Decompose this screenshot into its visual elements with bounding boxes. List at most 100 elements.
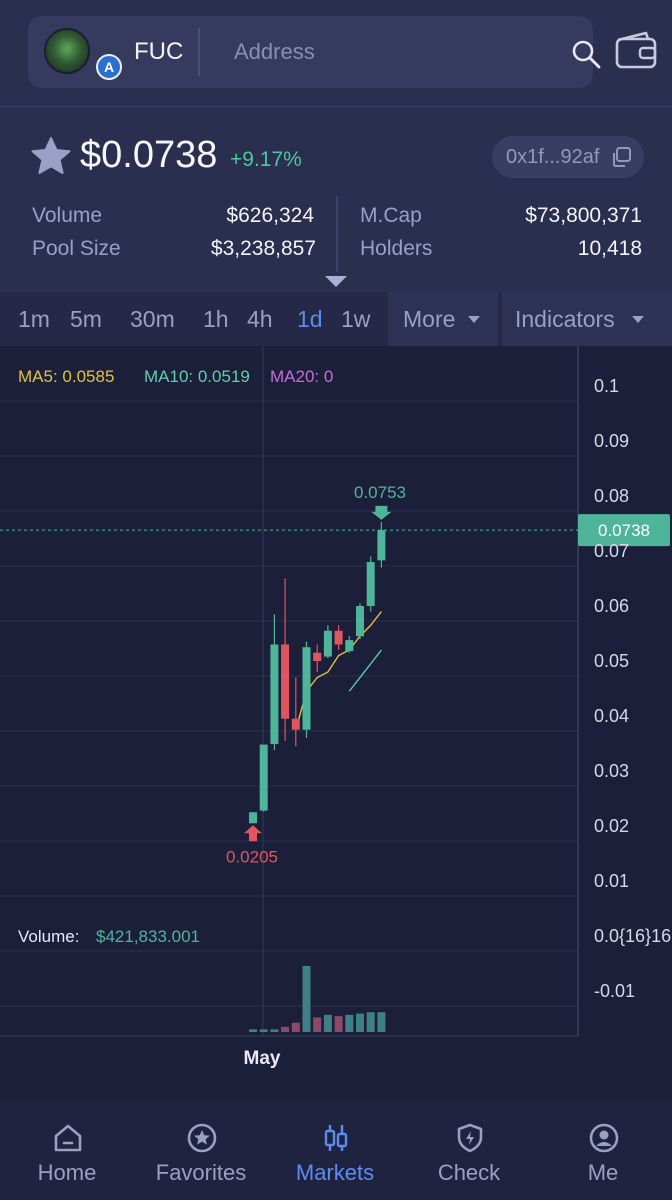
search-icon[interactable]: [570, 38, 602, 70]
ma20-legend: MA20: 0: [270, 367, 333, 386]
indicators-dropdown[interactable]: Indicators: [502, 292, 672, 346]
volume-bar: [334, 1016, 343, 1032]
home-icon: [54, 1124, 82, 1152]
nav-check-label: Check: [437, 1160, 501, 1185]
pool-size-value: $3,238,857: [210, 237, 316, 260]
current-price: $0.0738: [80, 134, 218, 176]
timeframe-1m[interactable]: 1m: [18, 306, 50, 333]
candle-body: [334, 630, 343, 645]
volume-value: $626,324: [226, 204, 314, 227]
volume-bar: [345, 1014, 354, 1032]
low-arrow-icon: [244, 825, 262, 842]
y-tick-label: 0.05: [594, 651, 629, 671]
chevron-down-icon: [632, 316, 644, 323]
candle-body: [270, 644, 279, 745]
header-divider: [0, 106, 672, 107]
candle-body: [366, 562, 375, 606]
star-icon[interactable]: [30, 136, 72, 176]
search-divider: [198, 28, 200, 76]
ma10-legend: MA10: 0.0519: [144, 367, 250, 386]
price-chart-svg[interactable]: MA5: 0.0585 MA10: 0.0519 MA20: 0 Volume:…: [0, 346, 672, 1096]
ma5-legend: MA5: 0.0585: [18, 367, 114, 386]
timeframe-5m[interactable]: 5m: [70, 306, 102, 333]
markets-icon: [324, 1125, 348, 1151]
pool-size-label: Pool Size: [32, 237, 121, 260]
candle-body: [291, 718, 300, 730]
y-tick-label: 0.03: [594, 761, 629, 781]
y-tick-label: 0.01: [594, 871, 629, 891]
volume-bar: [281, 1026, 290, 1032]
candle-body: [249, 812, 257, 824]
y-tick-label: 0.09: [594, 431, 629, 451]
volume-bar: [259, 1029, 268, 1032]
candle-body: [313, 652, 322, 661]
y-tick-label: 0.02: [594, 816, 629, 836]
volume-bar: [270, 1029, 279, 1032]
price-change: +9.17%: [230, 148, 302, 171]
holders-value: 10,418: [577, 237, 642, 260]
nav-me-label: Me: [587, 1160, 619, 1185]
favorites-icon: [187, 1123, 217, 1153]
volume-bar: [302, 966, 311, 1032]
holders-label: Holders: [360, 237, 433, 260]
copy-icon[interactable]: [610, 146, 632, 168]
nav-markets-label: Markets: [295, 1160, 375, 1185]
y-tick-label: 0.08: [594, 486, 629, 506]
candle-body: [356, 606, 364, 637]
volume-legend-label: Volume:: [18, 927, 79, 946]
high-arrow-icon: [371, 505, 392, 520]
ma10-line: [348, 649, 382, 692]
timeframe-1h[interactable]: 1h: [203, 306, 229, 333]
more-dropdown[interactable]: More: [388, 292, 498, 346]
low-price-label: 0.0205: [226, 847, 278, 866]
profile-icon: [589, 1123, 619, 1153]
nav-favorites-label: Favorites: [155, 1160, 247, 1185]
nav-favorites[interactable]: Favorites: [134, 1100, 268, 1200]
volume-bar: [377, 1012, 386, 1032]
contract-address: 0x1f...92af: [506, 146, 600, 168]
high-price-label: 0.0753: [354, 483, 406, 502]
candle-body: [377, 530, 386, 561]
current-price-tag-text: 0.0738: [598, 521, 650, 540]
timeframe-1d[interactable]: 1d: [297, 306, 323, 333]
y-tick-label: 0.06: [594, 596, 629, 616]
nav-markets[interactable]: Markets: [268, 1100, 402, 1200]
search-bar[interactable]: A FUC: [28, 16, 601, 88]
timeframe-1w[interactable]: 1w: [341, 306, 370, 333]
x-axis-label-may: May: [244, 1048, 281, 1069]
check-icon: [457, 1123, 483, 1153]
candle-body: [259, 744, 268, 811]
nav-me[interactable]: Me: [536, 1100, 670, 1200]
y-tick-label: 0.04: [594, 706, 629, 726]
price-chart[interactable]: MA5: 0.0585 MA10: 0.0519 MA20: 0 Volume:…: [0, 346, 672, 1096]
y-tick-label: 0.0{16}16: [594, 926, 671, 946]
y-tick-label: 0.1: [594, 376, 619, 396]
y-tick-label: -0.01: [594, 981, 635, 1001]
token-symbol[interactable]: FUC: [134, 38, 183, 66]
candle-body: [302, 647, 311, 730]
token-logo[interactable]: [44, 28, 90, 74]
nav-check[interactable]: Check: [402, 1100, 536, 1200]
timeframe-bar: 1m 5m 30m 1h 4h 1d 1w More Indicators: [0, 292, 672, 346]
timeframe-4h[interactable]: 4h: [247, 306, 273, 333]
candle-body: [281, 644, 290, 719]
wallet-icon[interactable]: [614, 30, 658, 70]
stats-divider: [336, 196, 338, 272]
nav-home[interactable]: Home: [0, 1100, 134, 1200]
indicators-label: Indicators: [515, 306, 615, 332]
contract-address-pill[interactable]: 0x1f...92af: [492, 136, 644, 178]
market-cap-label: M.Cap: [360, 204, 422, 227]
chain-badge-icon: A: [96, 54, 122, 80]
bottom-nav: Home Favorites Markets Check Me: [0, 1100, 672, 1200]
volume-legend-value: $421,833.001: [96, 927, 200, 946]
collapse-arrow-icon[interactable]: [325, 276, 347, 287]
volume-bar: [291, 1022, 300, 1032]
nav-home-label: Home: [37, 1160, 97, 1185]
y-tick-label: 0.07: [594, 541, 629, 561]
address-search-input[interactable]: [234, 34, 534, 70]
market-cap-value: $73,800,371: [525, 204, 642, 227]
timeframe-30m[interactable]: 30m: [130, 306, 175, 333]
volume-bar: [249, 1029, 257, 1032]
volume-label: Volume: [32, 204, 103, 227]
volume-bar: [313, 1017, 322, 1032]
